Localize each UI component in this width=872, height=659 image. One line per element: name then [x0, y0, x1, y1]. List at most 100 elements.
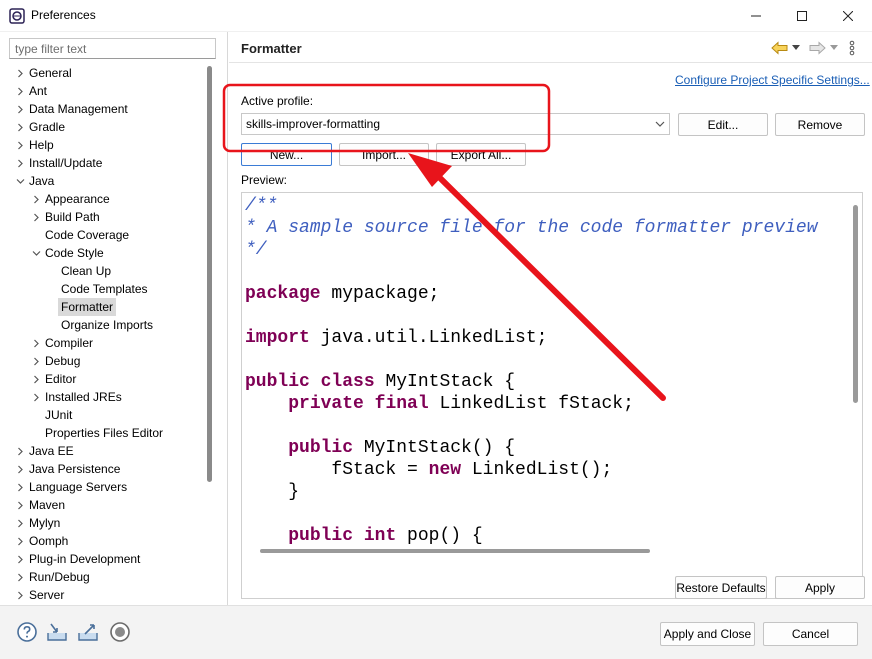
tree-item[interactable]: Java Persistence — [14, 460, 205, 478]
record-icon[interactable] — [108, 620, 132, 644]
cancel-button[interactable]: Cancel — [763, 622, 858, 646]
code-text: pop() { — [396, 526, 483, 546]
configure-project-settings-link[interactable]: Configure Project Specific Settings... — [675, 73, 870, 87]
export-preferences-icon[interactable] — [76, 620, 100, 644]
forward-menu-button[interactable] — [830, 40, 838, 56]
export-all-button[interactable]: Export All... — [436, 143, 526, 166]
tree-item[interactable]: Maven — [14, 496, 205, 514]
tree-item[interactable]: Mylyn — [14, 514, 205, 532]
tree-item[interactable]: Compiler — [30, 334, 205, 352]
tree-item[interactable]: Build Path — [30, 208, 205, 226]
remove-profile-button[interactable]: Remove — [775, 113, 865, 136]
chevron-right-icon[interactable] — [30, 370, 42, 388]
active-profile-select[interactable]: skills-improver-formatting — [241, 113, 670, 135]
tree-item[interactable]: Language Servers — [14, 478, 205, 496]
tree-item[interactable]: Properties Files Editor — [30, 424, 205, 442]
tree-item[interactable]: Code Templates — [46, 280, 205, 298]
tree-item[interactable]: Clean Up — [46, 262, 205, 280]
code-line: public MyIntStack() { — [245, 437, 818, 459]
tree-item[interactable]: Appearance — [30, 190, 205, 208]
code-line: * A sample source file for the code form… — [245, 217, 818, 239]
tree-item[interactable]: Code Style — [30, 244, 205, 262]
code-text: } — [245, 482, 300, 502]
tree-item[interactable]: Help — [14, 136, 205, 154]
chevron-right-icon[interactable] — [14, 100, 26, 118]
tree-item[interactable]: Editor — [30, 370, 205, 388]
preview-horizontal-scrollbar[interactable] — [260, 549, 650, 553]
code-line: private final LinkedList fStack; — [245, 393, 818, 415]
chevron-right-icon[interactable] — [14, 64, 26, 82]
formatter-preview[interactable]: /** * A sample source file for the code f… — [241, 192, 863, 599]
apply-and-close-button[interactable]: Apply and Close — [660, 622, 755, 646]
tree-item[interactable]: Installed JREs — [30, 388, 205, 406]
chevron-right-icon[interactable] — [14, 496, 26, 514]
tree-item[interactable]: JUnit — [30, 406, 205, 424]
back-button[interactable] — [771, 40, 789, 56]
chevron-right-icon[interactable] — [30, 190, 42, 208]
minimize-button[interactable] — [733, 0, 779, 32]
code-keyword: new — [428, 460, 462, 480]
close-button[interactable] — [825, 0, 871, 32]
chevron-right-icon[interactable] — [14, 532, 26, 550]
chevron-right-icon[interactable] — [14, 442, 26, 460]
chevron-right-icon[interactable] — [30, 352, 42, 370]
chevron-right-icon[interactable] — [14, 460, 26, 478]
tree-scrollbar[interactable] — [207, 66, 212, 482]
code-keyword: int — [363, 526, 397, 546]
apply-button[interactable]: Apply — [775, 576, 865, 599]
code-line: */ — [245, 239, 818, 261]
chevron-right-icon[interactable] — [14, 154, 26, 172]
chevron-right-icon[interactable] — [14, 118, 26, 136]
chevron-right-icon[interactable] — [14, 136, 26, 154]
code-line: package mypackage; — [245, 283, 818, 305]
chevron-right-icon[interactable] — [30, 334, 42, 352]
tree-item[interactable]: Code Coverage — [30, 226, 205, 244]
tree-item[interactable]: General — [14, 64, 205, 82]
tree-item-label: Data Management — [29, 102, 128, 116]
chevron-right-icon[interactable] — [14, 550, 26, 568]
tree-item-label: Gradle — [29, 120, 66, 134]
chevron-right-icon[interactable] — [14, 478, 26, 496]
back-menu-button[interactable] — [792, 40, 800, 56]
tree-item[interactable]: Ant — [14, 82, 205, 100]
tree-item[interactable]: Run/Debug — [14, 568, 205, 586]
tree-item[interactable]: Organize Imports — [46, 316, 205, 334]
tree-item[interactable]: Formatter — [46, 298, 205, 316]
tree-item-label: Compiler — [45, 336, 94, 350]
tree-item[interactable]: Gradle — [14, 118, 205, 136]
import-preferences-icon[interactable] — [45, 620, 69, 644]
tree-item[interactable]: Java — [14, 172, 205, 190]
filter-input[interactable] — [9, 38, 216, 59]
help-icon[interactable] — [15, 620, 39, 644]
tree-item[interactable]: Oomph — [14, 532, 205, 550]
tree-item[interactable]: Server — [14, 586, 205, 604]
restore-defaults-button[interactable]: Restore Defaults — [675, 576, 767, 599]
new-profile-button[interactable]: New... — [241, 143, 332, 166]
chevron-right-icon[interactable] — [30, 208, 42, 226]
tree-item[interactable]: Java EE — [14, 442, 205, 460]
chevron-down-icon — [655, 121, 665, 127]
forward-button[interactable] — [808, 40, 826, 56]
chevron-right-icon[interactable] — [30, 388, 42, 406]
import-profile-button[interactable]: Import... — [339, 143, 429, 166]
edit-profile-button[interactable]: Edit... — [678, 113, 768, 136]
more-vertical-icon — [849, 40, 855, 56]
chevron-right-icon[interactable] — [14, 568, 26, 586]
chevron-right-icon[interactable] — [14, 82, 26, 100]
tree-item[interactable]: Debug — [30, 352, 205, 370]
maximize-button[interactable] — [779, 0, 825, 32]
chevron-right-icon[interactable] — [14, 514, 26, 532]
code-keyword: final — [374, 394, 429, 414]
tree-item-label: Plug-in Development — [29, 552, 141, 566]
view-menu-button[interactable] — [849, 40, 855, 56]
active-profile-value: skills-improver-formatting — [246, 117, 381, 131]
chevron-down-icon[interactable] — [30, 244, 42, 262]
chevron-down-icon[interactable] — [14, 172, 26, 190]
chevron-right-icon[interactable] — [14, 586, 26, 604]
tree-item[interactable]: Data Management — [14, 100, 205, 118]
preview-vertical-scrollbar[interactable] — [853, 205, 858, 403]
tree-item[interactable]: Install/Update — [14, 154, 205, 172]
tree-item[interactable]: Plug-in Development — [14, 550, 205, 568]
